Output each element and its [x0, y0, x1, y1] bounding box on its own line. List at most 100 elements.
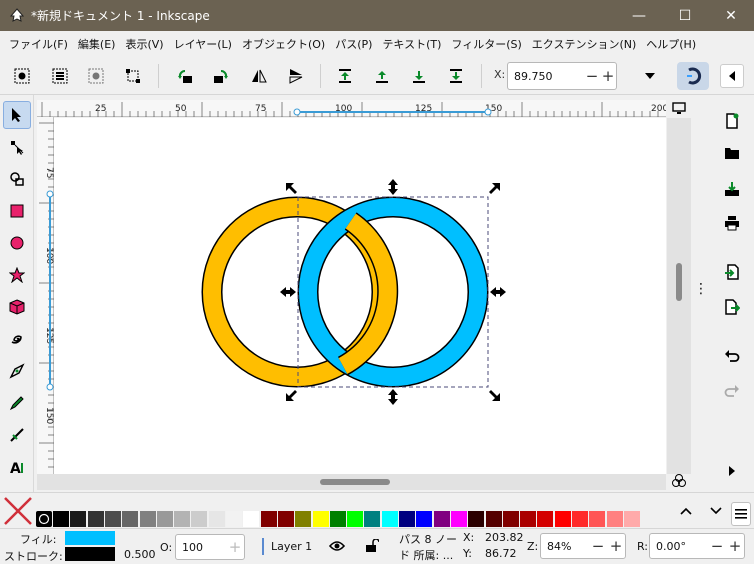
- layer-lock-toggle[interactable]: [360, 534, 384, 558]
- palette-swatch[interactable]: [572, 511, 588, 527]
- palette-swatch[interactable]: [433, 511, 450, 527]
- opacity-increment-button[interactable]: +: [226, 538, 244, 556]
- rotate-ccw-button[interactable]: [173, 64, 197, 88]
- select-all-layers-button[interactable]: [48, 64, 72, 88]
- 3d-box-tool[interactable]: [3, 293, 31, 321]
- palette-swatch[interactable]: [191, 511, 208, 527]
- x-position-value[interactable]: 89.750: [508, 70, 584, 83]
- palette-swatch[interactable]: [174, 511, 191, 527]
- palette-swatch[interactable]: [347, 511, 364, 527]
- palette-swatch[interactable]: [450, 511, 467, 527]
- palette-swatch[interactable]: [537, 511, 554, 527]
- more-options-button[interactable]: [638, 64, 662, 88]
- palette-swatch[interactable]: [208, 511, 225, 527]
- rotation-value[interactable]: 0.00°: [650, 540, 708, 553]
- palette-scroll-down[interactable]: [704, 499, 728, 523]
- palette-swatch[interactable]: [156, 511, 173, 527]
- zoom-out-button[interactable]: −: [589, 537, 607, 555]
- palette-swatch[interactable]: [502, 511, 519, 527]
- menu-object[interactable]: オブジェクト(O): [237, 36, 330, 52]
- stroke-indicator[interactable]: [65, 547, 115, 561]
- x-increment-button[interactable]: +: [600, 67, 616, 85]
- text-tool[interactable]: A: [3, 453, 31, 481]
- lower-to-bottom-button[interactable]: [444, 64, 468, 88]
- palette-swatch-black-none[interactable]: [36, 511, 52, 527]
- maximize-button[interactable]: ☐: [662, 0, 708, 31]
- palette-swatch[interactable]: [329, 511, 346, 527]
- menu-edit[interactable]: 編集(E): [73, 36, 121, 52]
- rotate-cw-button[interactable]: [209, 64, 233, 88]
- palette-swatch[interactable]: [589, 511, 606, 527]
- snap-panel-toggle[interactable]: [720, 64, 744, 88]
- zoom-in-button[interactable]: +: [607, 537, 625, 555]
- raise-button[interactable]: [370, 64, 394, 88]
- lower-button[interactable]: [407, 64, 431, 88]
- palette-swatch[interactable]: [226, 511, 242, 527]
- vertical-scrollbar[interactable]: [667, 118, 691, 474]
- snap-toggle-button[interactable]: [677, 62, 709, 90]
- flip-vertical-button[interactable]: [284, 64, 308, 88]
- menu-filters[interactable]: フィルター(S): [446, 36, 526, 52]
- zoom-value[interactable]: 84%: [541, 540, 589, 553]
- color-management-button[interactable]: [668, 471, 690, 491]
- rotation-decrement-button[interactable]: −: [708, 537, 726, 555]
- display-mode-button[interactable]: [668, 99, 690, 117]
- rotation-increment-button[interactable]: +: [726, 537, 744, 555]
- open-document-button[interactable]: [720, 141, 744, 165]
- palette-swatch[interactable]: [623, 511, 640, 527]
- palette-swatch[interactable]: [70, 511, 87, 527]
- palette-swatch[interactable]: [260, 511, 277, 527]
- selector-tool[interactable]: [3, 101, 31, 129]
- opacity-value[interactable]: 100: [176, 541, 226, 554]
- palette-swatch[interactable]: [243, 511, 260, 527]
- palette-swatch[interactable]: [468, 511, 485, 527]
- close-button[interactable]: ✕: [708, 0, 754, 31]
- palette-swatch[interactable]: [312, 511, 329, 527]
- zoom-shape-tool[interactable]: [3, 165, 31, 193]
- palette-swatch[interactable]: [399, 511, 415, 527]
- palette-swatch[interactable]: [277, 511, 294, 527]
- pen-tool[interactable]: [3, 357, 31, 385]
- palette-swatch[interactable]: [606, 511, 623, 527]
- redo-button[interactable]: [720, 379, 744, 403]
- panel-drag-handle[interactable]: ⋮: [694, 282, 708, 296]
- star-tool[interactable]: [3, 261, 31, 289]
- palette-swatch[interactable]: [295, 511, 312, 527]
- ellipse-tool[interactable]: [3, 229, 31, 257]
- menu-extensions[interactable]: エクステンション(N): [527, 36, 641, 52]
- expand-commands-button[interactable]: [720, 459, 744, 483]
- palette-swatch[interactable]: [381, 511, 398, 527]
- deselect-button[interactable]: [84, 64, 108, 88]
- deselect-all-button[interactable]: [121, 64, 145, 88]
- undo-button[interactable]: [720, 344, 744, 368]
- calligraphy-tool[interactable]: [3, 421, 31, 449]
- horizontal-scroll-thumb[interactable]: [320, 479, 390, 485]
- drawing-canvas[interactable]: [54, 118, 666, 474]
- palette-menu-button[interactable]: [731, 502, 751, 526]
- select-all-button[interactable]: [10, 64, 34, 88]
- stroke-width-value[interactable]: 0.500: [124, 548, 156, 561]
- x-position-field[interactable]: 89.750 − +: [507, 62, 617, 90]
- fill-indicator[interactable]: [65, 531, 115, 545]
- palette-swatch[interactable]: [485, 511, 502, 527]
- menu-view[interactable]: 表示(V): [120, 36, 168, 52]
- horizontal-scrollbar[interactable]: [37, 474, 666, 490]
- menu-layer[interactable]: レイヤー(L): [169, 36, 237, 52]
- palette-swatch[interactable]: [520, 511, 537, 527]
- print-button[interactable]: [720, 211, 744, 235]
- import-button[interactable]: [720, 260, 744, 284]
- spiral-tool[interactable]: [3, 325, 31, 353]
- palette-swatch[interactable]: [139, 511, 156, 527]
- save-document-button[interactable]: [720, 177, 744, 201]
- palette-swatch[interactable]: [53, 511, 69, 527]
- minimize-button[interactable]: —: [616, 0, 662, 31]
- new-document-button[interactable]: [720, 109, 744, 133]
- palette-swatch[interactable]: [554, 511, 571, 527]
- palette-swatch[interactable]: [122, 511, 139, 527]
- menu-path[interactable]: パス(P): [330, 36, 377, 52]
- vertical-scroll-thumb[interactable]: [676, 263, 682, 301]
- x-decrement-button[interactable]: −: [584, 67, 600, 85]
- no-paint-swatch[interactable]: [2, 495, 34, 527]
- pencil-tool[interactable]: [3, 389, 31, 417]
- layer-visibility-toggle[interactable]: [325, 534, 349, 558]
